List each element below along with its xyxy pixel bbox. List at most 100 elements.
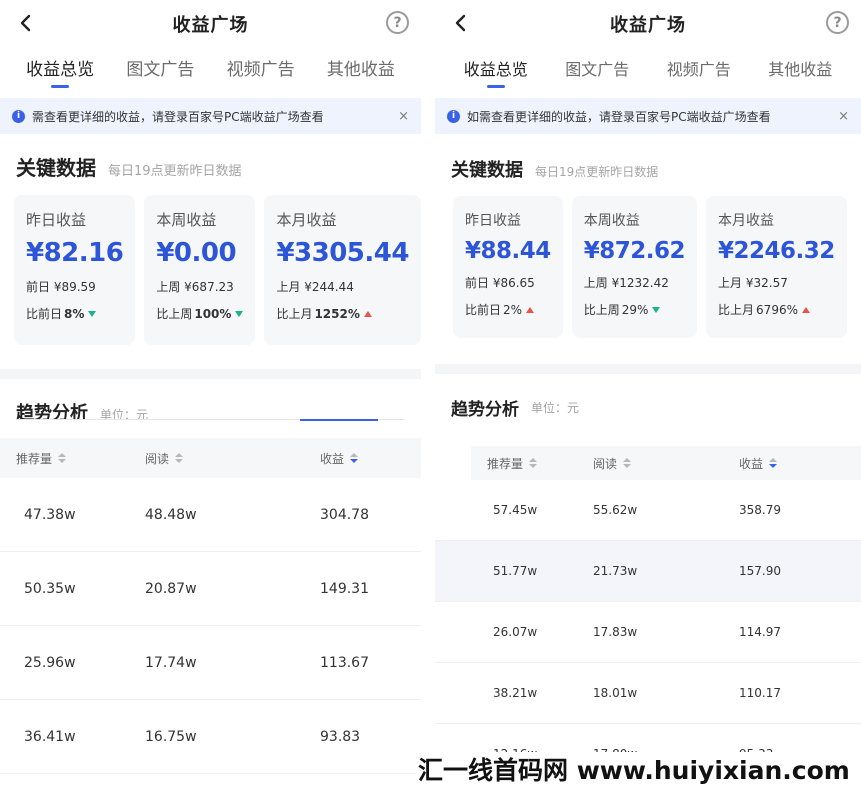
card-label: 本月收益 bbox=[276, 211, 337, 229]
trend-up-icon bbox=[802, 306, 810, 313]
close-icon[interactable]: × bbox=[398, 109, 409, 124]
back-arrow-icon[interactable] bbox=[14, 10, 36, 36]
cell-reads: 17.83w bbox=[593, 625, 638, 639]
col-label: 阅读 bbox=[145, 451, 170, 466]
stat-card-month[interactable]: 本月收益 ¥3305.44 上月 ¥244.44 比上月 1252% bbox=[264, 195, 421, 345]
card-label: 昨日收益 bbox=[465, 213, 521, 229]
top-bar: 收益广场 ? bbox=[435, 0, 861, 48]
key-data-header: 关键数据 每日19点更新昨日数据 bbox=[435, 134, 861, 190]
cell-reads: 20.87w bbox=[145, 580, 197, 597]
tab-other-income[interactable]: 其他收益 bbox=[311, 48, 411, 92]
trend-up-icon bbox=[363, 310, 372, 317]
cell-recommend: 25.96w bbox=[24, 654, 76, 671]
col-income[interactable]: 收益 bbox=[320, 450, 359, 467]
compare-label: 比上月 bbox=[718, 303, 755, 317]
card-label: 本月收益 bbox=[718, 213, 775, 229]
left-screenshot: 收益广场 ? 收益总览 图文广告 视频广告 其他收益 i 需查看更详细的收益，请… bbox=[0, 0, 421, 786]
sort-icon bbox=[58, 453, 67, 463]
trend-header: 趋势分析 单位：元 bbox=[0, 379, 421, 419]
top-bar: 收益广场 ? bbox=[0, 0, 421, 48]
table-row[interactable]: 57.45w 55.62w 358.79 bbox=[435, 480, 861, 541]
sort-desc-icon bbox=[769, 458, 778, 468]
tab-image-text-ads[interactable]: 图文广告 bbox=[547, 48, 649, 92]
sort-icon bbox=[623, 458, 632, 468]
cell-recommend: 26.07w bbox=[493, 625, 538, 639]
card-compare: 比上月 1252% bbox=[276, 305, 409, 322]
card-value: ¥0.00 bbox=[156, 238, 237, 268]
panel-gap bbox=[421, 0, 435, 786]
site-watermark: 汇一线首码网 www.huiyixian.com bbox=[416, 752, 861, 786]
help-icon[interactable]: ? bbox=[386, 11, 409, 34]
table-row[interactable]: 36.41w 16.75w 93.83 bbox=[0, 700, 421, 774]
compare-value: 1252% bbox=[314, 306, 360, 321]
col-income[interactable]: 收益 bbox=[739, 455, 778, 472]
cell-reads: 17.74w bbox=[145, 654, 197, 671]
table-body: 57.45w 55.62w 358.79 51.77w 21.73w 157.90 26… bbox=[435, 480, 861, 785]
tab-overview[interactable]: 收益总览 bbox=[10, 48, 110, 92]
tab-video-ads[interactable]: 视频广告 bbox=[648, 48, 750, 92]
right-screenshot: 收益广场 ? 收益总览 图文广告 视频广告 其他收益 i 如需查看更详细的收益，… bbox=[435, 0, 861, 786]
cell-recommend: 38.21w bbox=[493, 686, 538, 700]
table-row[interactable]: 47.38w 48.48w 304.78 bbox=[0, 478, 421, 552]
trend-unit: 单位：元 bbox=[531, 400, 580, 415]
col-label: 收益 bbox=[739, 456, 764, 471]
trend-up-icon bbox=[526, 306, 535, 313]
stat-card-month[interactable]: 本月收益 ¥2246.32 上月 ¥32.57 比上月 6796% bbox=[706, 196, 847, 338]
cell-reads: 21.73w bbox=[593, 564, 638, 578]
close-icon[interactable]: × bbox=[838, 109, 849, 124]
table-body: 47.38w 48.48w 304.78 50.35w 20.87w 149.31 25… bbox=[0, 478, 421, 774]
cell-reads: 18.01w bbox=[593, 686, 638, 700]
cell-income: 110.17 bbox=[739, 686, 781, 700]
table-row[interactable]: 50.35w 20.87w 149.31 bbox=[0, 552, 421, 626]
col-recommend[interactable]: 推荐量 bbox=[487, 455, 538, 472]
compare-label: 比前日 bbox=[26, 307, 63, 321]
tab-bar: 收益总览 图文广告 视频广告 其他收益 bbox=[435, 48, 861, 92]
cell-recommend: 47.38w bbox=[24, 506, 76, 523]
col-label: 推荐量 bbox=[16, 451, 53, 466]
compare-label: 比前日 bbox=[465, 303, 502, 317]
page-title: 收益广场 bbox=[172, 15, 249, 36]
card-compare: 比前日 2% bbox=[465, 301, 551, 318]
notice-banner: i 如需查看更详细的收益，请登录百家号PC端收益广场查看 × bbox=[435, 98, 861, 134]
back-arrow-icon[interactable] bbox=[449, 10, 471, 36]
table-row[interactable]: 51.77w 21.73w 157.90 bbox=[435, 541, 861, 602]
stat-card-yesterday[interactable]: 昨日收益 ¥82.16 前日 ¥89.59 比前日 8% bbox=[14, 195, 136, 345]
col-reads[interactable]: 阅读 bbox=[145, 450, 184, 467]
page-title: 收益广场 bbox=[610, 15, 686, 36]
section-divider bbox=[435, 364, 861, 374]
key-data-title: 关键数据 bbox=[16, 156, 96, 180]
card-previous: 上周 ¥687.23 bbox=[156, 280, 234, 294]
tab-image-text-ads[interactable]: 图文广告 bbox=[110, 48, 210, 92]
table-row[interactable]: 25.96w 17.74w 113.67 bbox=[0, 626, 421, 700]
table-row[interactable]: 38.21w 18.01w 110.17 bbox=[435, 663, 861, 724]
sort-icon bbox=[529, 458, 538, 468]
cell-recommend: 57.45w bbox=[493, 503, 538, 517]
cell-income: 304.78 bbox=[320, 506, 369, 523]
stat-card-yesterday[interactable]: 昨日收益 ¥88.44 前日 ¥86.65 比前日 2% bbox=[453, 196, 563, 338]
col-recommend[interactable]: 推荐量 bbox=[16, 450, 67, 467]
col-label: 推荐量 bbox=[487, 456, 524, 471]
card-value: ¥82.16 bbox=[26, 238, 124, 268]
help-icon[interactable]: ? bbox=[826, 11, 849, 34]
chart-fragment bbox=[0, 419, 421, 438]
card-label: 本周收益 bbox=[156, 211, 217, 229]
tab-video-ads[interactable]: 视频广告 bbox=[211, 48, 311, 92]
stat-card-week[interactable]: 本周收益 ¥872.62 上周 ¥1232.42 比上周 29% bbox=[571, 196, 698, 338]
stat-card-week[interactable]: 本周收益 ¥0.00 上周 ¥687.23 比上周 100% bbox=[144, 195, 256, 345]
tab-overview[interactable]: 收益总览 bbox=[445, 48, 547, 92]
key-data-subtitle: 每日19点更新昨日数据 bbox=[108, 164, 242, 179]
key-data-header: 关键数据 每日19点更新昨日数据 bbox=[0, 134, 421, 189]
card-value: ¥3305.44 bbox=[276, 238, 409, 268]
col-reads[interactable]: 阅读 bbox=[593, 455, 632, 472]
compare-value: 8% bbox=[64, 306, 85, 321]
card-compare: 比上月 6796% bbox=[718, 301, 835, 318]
card-value: ¥2246.32 bbox=[718, 238, 835, 264]
compare-value: 6796% bbox=[756, 302, 798, 317]
compare-label: 比上周 bbox=[156, 307, 193, 321]
table-row[interactable]: 26.07w 17.83w 114.97 bbox=[435, 602, 861, 663]
card-compare: 比上周 29% bbox=[584, 301, 685, 318]
compare-label: 比上月 bbox=[276, 307, 313, 321]
tab-other-income[interactable]: 其他收益 bbox=[750, 48, 852, 92]
notice-text: 如需查看更详细的收益，请登录百家号PC端收益广场查看 bbox=[467, 109, 771, 124]
